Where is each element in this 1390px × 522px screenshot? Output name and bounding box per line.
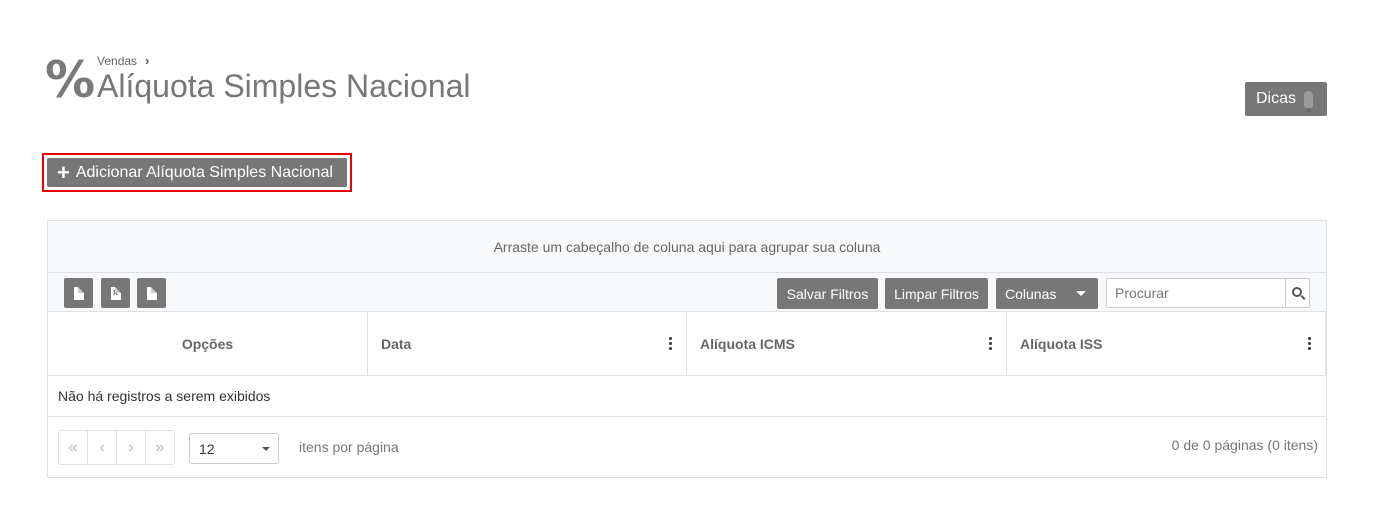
pager-info: 0 de 0 páginas (0 itens) [1171,437,1318,453]
chevron-right-icon: › [145,53,150,68]
page-icon: % [45,51,96,109]
page-size-label: itens por página [299,439,399,455]
pdf-export-icon [73,286,84,300]
prev-page-button[interactable]: ‹ [88,431,117,464]
lightbulb-icon [1304,90,1314,112]
clear-filters-button[interactable]: Limpar Filtros [885,278,988,309]
column-menu-icon[interactable] [1308,337,1311,350]
grid-header-row: Opções Data Alíquota ICMS Alíquota ISS [48,312,1326,376]
column-header-opcoes[interactable]: Opções [48,312,368,375]
first-page-button[interactable]: « [59,431,88,464]
pager: « ‹ › » 12 itens por página 0 de 0 págin… [48,417,1326,477]
columns-button[interactable]: Colunas [996,278,1098,309]
caret-down-icon [1076,291,1086,296]
add-button-highlight: + Adicionar Alíquota Simples Nacional [42,153,352,192]
add-aliquota-button[interactable]: + Adicionar Alíquota Simples Nacional [47,158,347,187]
tips-label: Dicas [1256,90,1297,107]
csv-export-icon [146,286,157,300]
breadcrumb: Vendas › [97,53,149,68]
column-header-data[interactable]: Data [368,312,687,375]
page-size-value: 12 [199,440,215,457]
search-input[interactable] [1107,279,1285,307]
search-icon [1291,287,1302,297]
last-page-button[interactable]: » [146,431,174,464]
excel-export-icon: X [110,286,121,300]
breadcrumb-link-vendas[interactable]: Vendas [97,54,137,68]
column-header-label: Alíquota ICMS [700,335,795,352]
pdf-export-button[interactable] [64,278,93,308]
save-filters-button[interactable]: Salvar Filtros [777,278,878,309]
tips-button[interactable]: Dicas [1245,82,1327,116]
column-header-aliquota-iss[interactable]: Alíquota ISS [1007,312,1326,375]
data-grid: Arraste um cabeçalho de coluna aqui para… [47,220,1327,478]
grid-toolbar: X Salvar Filtros Limpar Filtros Colunas [48,273,1326,312]
page-title: Alíquota Simples Nacional [97,68,471,104]
column-header-label: Data [381,335,412,352]
plus-icon: + [57,159,70,185]
csv-export-button[interactable] [137,278,166,308]
empty-row: Não há registros a serem exibidos [48,376,1326,417]
group-panel[interactable]: Arraste um cabeçalho de coluna aqui para… [48,221,1326,273]
search-box [1106,278,1310,308]
column-menu-icon[interactable] [669,337,672,350]
column-header-aliquota-icms[interactable]: Alíquota ICMS [687,312,1007,375]
column-menu-icon[interactable] [989,337,992,350]
column-header-label: Alíquota ISS [1020,335,1103,352]
chevron-down-icon [262,447,270,451]
excel-export-button[interactable]: X [101,278,130,308]
search-button[interactable] [1285,279,1309,307]
add-button-label: Adicionar Alíquota Simples Nacional [75,163,333,181]
page-size-select[interactable]: 12 [189,433,279,464]
columns-label: Colunas [1005,285,1057,302]
column-header-label: Opções [181,335,234,352]
empty-message: Não há registros a serem exibidos [58,388,271,404]
next-page-button[interactable]: › [117,431,146,464]
group-panel-hint: Arraste um cabeçalho de coluna aqui para… [493,238,881,255]
pager-nav: « ‹ › » [58,430,175,465]
